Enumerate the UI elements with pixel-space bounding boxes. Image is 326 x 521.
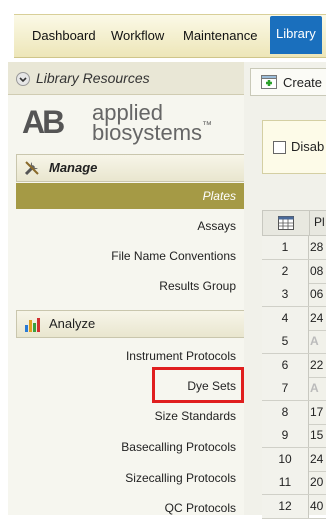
collapse-chevron-icon[interactable] <box>16 72 30 86</box>
plate-name-cell: 22 <box>310 357 324 372</box>
table-row[interactable]: 11 20 <box>262 471 326 495</box>
row-number: 3 <box>262 283 309 306</box>
tab-maintenance[interactable]: Maintenance <box>183 22 257 50</box>
plate-name-cell: 20 <box>310 475 324 489</box>
applied-biosystems-logo: A‌B applied biosystems™ <box>22 98 237 145</box>
analyze-item-qc-protocols[interactable]: QC Protocols <box>16 495 244 521</box>
row-number: 9 <box>262 424 309 447</box>
plate-name-cell: 06 <box>310 287 324 301</box>
row-number: 2 <box>262 259 309 283</box>
manage-item-file-name-conventions[interactable]: File Name Conventions <box>16 243 244 269</box>
create-plate-icon <box>261 75 277 89</box>
plate-name-cell: 17 <box>310 404 324 419</box>
plate-name-cell: 28 <box>310 240 324 254</box>
bar-chart-icon <box>25 318 40 332</box>
table-row[interactable]: 4 24 <box>262 306 326 331</box>
plate-name-cell: 24 <box>310 451 324 466</box>
row-number: 7 <box>262 377 309 400</box>
logo-text-biosystems: biosystems™ <box>92 120 213 145</box>
logo-mark: A‌B <box>22 104 65 140</box>
row-number: 5 <box>262 330 309 353</box>
filter-options-box: Disab <box>262 120 326 174</box>
tab-workflow[interactable]: Workflow <box>111 22 164 50</box>
row-number: 12 <box>262 494 309 518</box>
manage-item-assays[interactable]: Assays <box>16 213 244 239</box>
plate-name-cell: 40 <box>310 498 324 513</box>
table-row[interactable]: 3 06 <box>262 283 326 307</box>
row-number: 6 <box>262 353 309 377</box>
disable-checkbox-label: Disab <box>291 139 325 154</box>
library-resources-title: Library Resources <box>36 70 150 86</box>
create-button-label: Create <box>283 75 323 90</box>
table-row[interactable]: 8 17 <box>262 400 326 425</box>
row-number: 10 <box>262 447 309 471</box>
tab-library[interactable]: Library <box>270 16 322 54</box>
create-button[interactable]: Create <box>250 68 326 96</box>
table-row[interactable]: 10 24 <box>262 447 326 472</box>
library-resources-panel: Library Resources A‌B applied biosystems… <box>8 62 246 515</box>
row-number: 11 <box>262 471 309 494</box>
main-tab-bar: Dashboard Workflow Maintenance Library <box>0 0 326 58</box>
manage-section-header[interactable]: Manage <box>16 154 246 182</box>
table-row[interactable]: 1 28 <box>262 236 326 260</box>
plate-name-cell: 08 <box>310 263 324 278</box>
table-corner-header[interactable] <box>262 210 310 236</box>
dye-sets-highlight-box <box>152 367 244 403</box>
analyze-section-header[interactable]: Analyze <box>16 310 246 338</box>
plate-name-cell: 24 <box>310 310 324 325</box>
table-row[interactable]: 5A <box>262 330 326 354</box>
analyze-item-instrument-protocols[interactable]: Instrument Protocols <box>16 343 244 369</box>
column-header-plate[interactable]: Pl <box>309 210 326 236</box>
analyze-item-size-standards[interactable]: Size Standards <box>16 403 244 429</box>
analyze-item-basecalling-protocols[interactable]: Basecalling Protocols <box>16 434 244 460</box>
plate-name-cell: A <box>310 381 319 395</box>
plates-panel: Create Disab Pl 1 28 2 08 3 06 4 24 5 A 6 22 7 A 8 17 9 1… <box>244 62 326 519</box>
row-number: 1 <box>262 236 309 259</box>
table-row[interactable]: 2 08 <box>262 259 326 284</box>
manage-item-plates[interactable]: Plates <box>16 183 244 209</box>
plate-name-cell: 15 <box>310 428 324 442</box>
tools-icon <box>24 161 39 176</box>
row-number: 4 <box>262 306 309 330</box>
manage-item-results-group[interactable]: Results Group <box>16 273 244 299</box>
analyze-item-sizecalling-protocols[interactable]: Sizecalling Protocols <box>16 465 244 491</box>
plate-name-cell: A <box>310 334 319 348</box>
table-row[interactable]: 7A <box>262 377 326 401</box>
tab-dashboard[interactable]: Dashboard <box>32 22 96 50</box>
row-number: 8 <box>262 400 309 424</box>
table-row[interactable]: 9 15 <box>262 424 326 448</box>
disable-checkbox[interactable] <box>273 141 286 154</box>
library-resources-header[interactable]: Library Resources <box>8 62 244 95</box>
analyze-section-label: Analyze <box>49 316 96 331</box>
table-row[interactable]: 6 22 <box>262 353 326 378</box>
manage-section-label: Manage <box>49 160 98 175</box>
table-grid-icon <box>278 216 294 230</box>
